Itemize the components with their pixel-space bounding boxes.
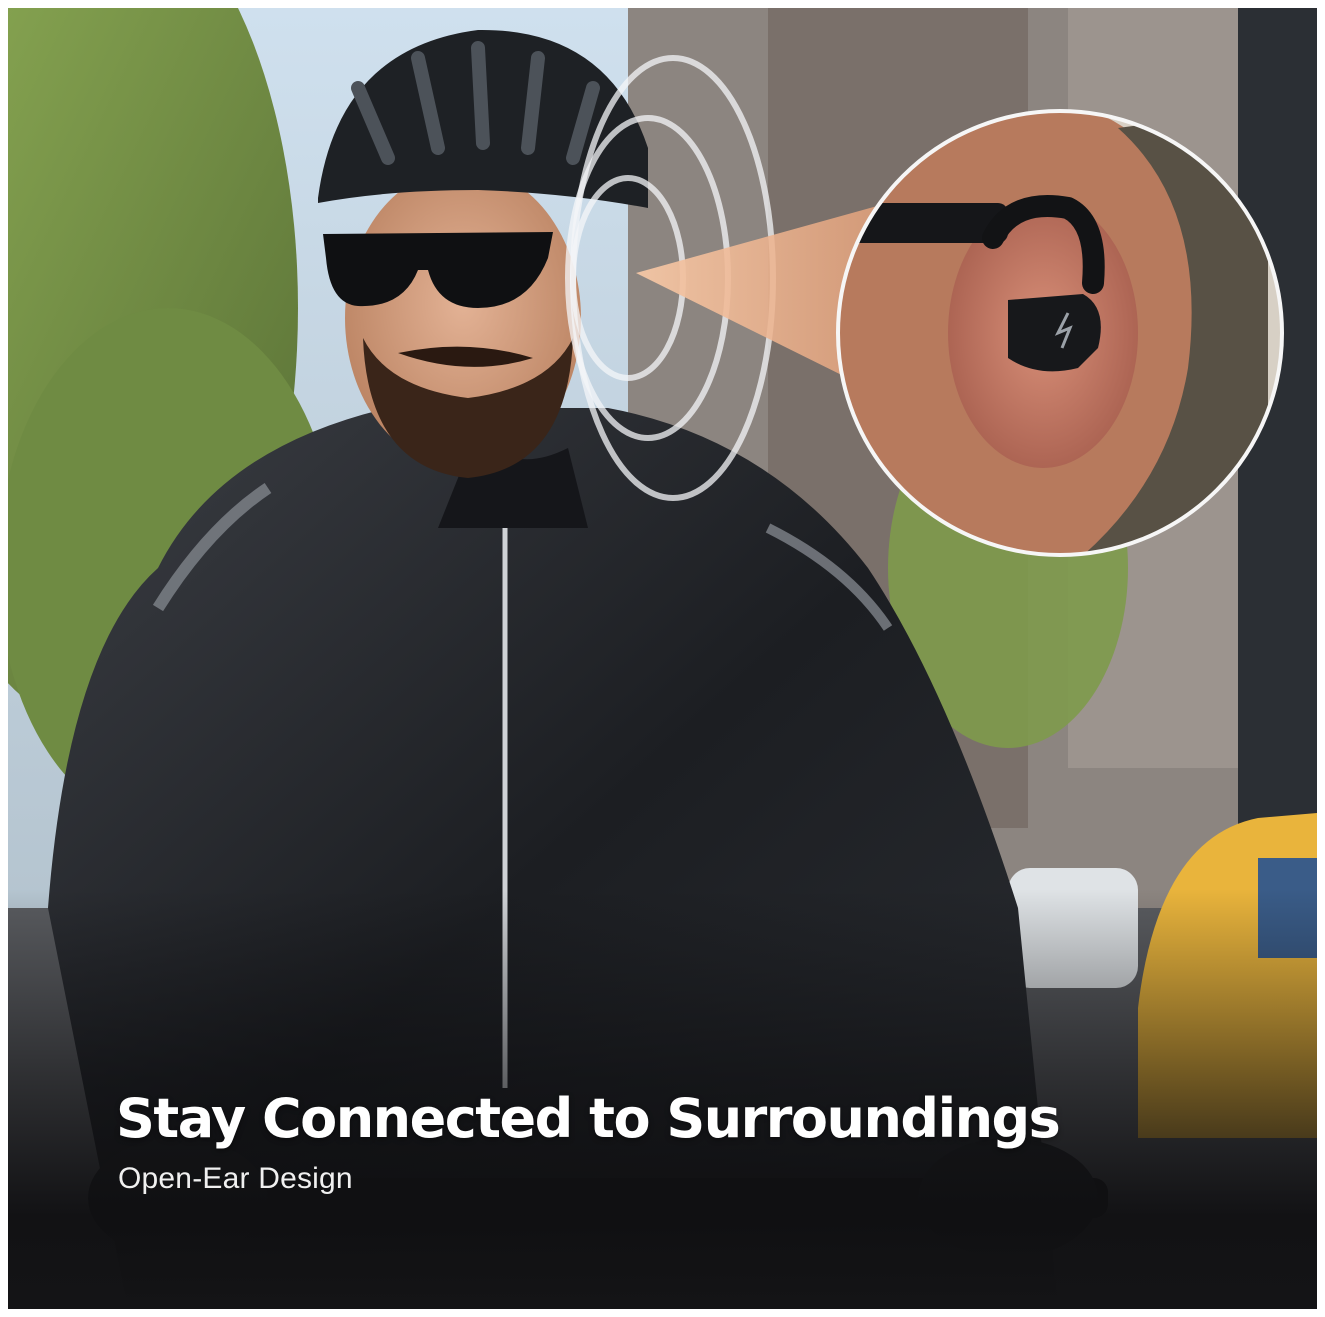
subtitle: Open-Ear Design — [118, 1162, 353, 1196]
product-image: Stay Connected to Surroundings Open-Ear … — [8, 8, 1317, 1309]
caption: Stay Connected to Surroundings Open-Ear … — [116, 1087, 1061, 1196]
page-title: Stay Connected to Surroundings — [116, 1087, 1061, 1150]
